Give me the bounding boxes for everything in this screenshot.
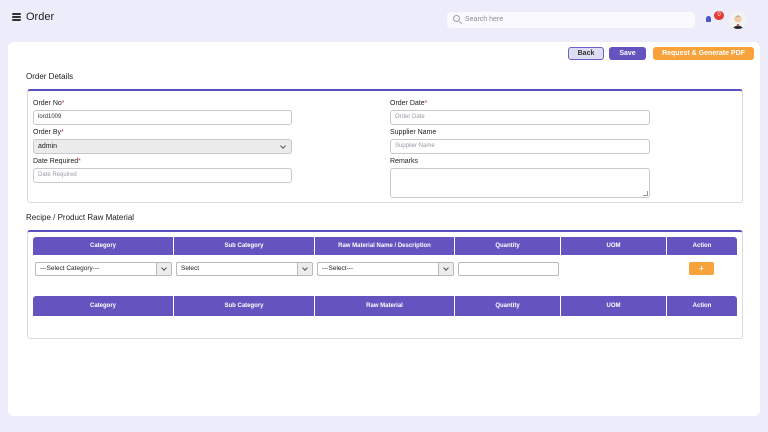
order-by-label: Order By*: [33, 129, 64, 136]
column-header: Sub Category: [174, 296, 315, 316]
column-header: UOM: [561, 237, 667, 255]
order-no-field[interactable]: lord1009: [33, 110, 292, 125]
column-header: Action: [692, 243, 712, 249]
bell-icon[interactable]: [706, 16, 711, 22]
date-required-field[interactable]: Date Required: [33, 168, 292, 183]
save-button[interactable]: Save: [609, 47, 646, 60]
order-date-label: Order Date*: [390, 100, 428, 107]
column-header: Category: [33, 296, 174, 316]
column-header: Raw Material Name / Description: [315, 237, 455, 255]
raw-material-select[interactable]: ---Select---: [317, 262, 454, 276]
search-placeholder: Search here: [465, 15, 504, 23]
column-header: Action: [692, 303, 712, 309]
column-header: Quantity: [455, 237, 561, 255]
order-by-select[interactable]: admin: [33, 139, 292, 154]
material-list-header: Category Sub Category Raw Material Quant…: [33, 296, 737, 316]
order-date-field[interactable]: Order Date: [390, 110, 650, 125]
column-header: Sub Category: [174, 237, 315, 255]
raw-material-panel: Category Sub Category Raw Material Name …: [27, 230, 743, 339]
order-details-title: Order Details: [26, 72, 74, 81]
page-title: Order: [26, 11, 55, 23]
remarks-label: Remarks: [390, 158, 419, 165]
column-header: Quantity: [455, 296, 561, 316]
supplier-name-field[interactable]: Supplier Name: [390, 139, 650, 154]
order-no-label: Order No*: [33, 100, 65, 107]
back-button[interactable]: Back: [568, 47, 604, 60]
category-select[interactable]: ---Select Category---: [35, 262, 172, 276]
notification-badge: 0: [714, 11, 724, 20]
date-required-label: Date Required*: [33, 158, 81, 165]
chevron-down-icon: [438, 263, 453, 275]
chevron-down-icon: [156, 263, 171, 275]
hamburger-menu-icon[interactable]: [12, 13, 21, 21]
chevron-down-icon: [297, 263, 312, 275]
order-details-panel: Order No* lord1009 Order By* admin Date …: [27, 89, 743, 203]
column-header: UOM: [561, 296, 667, 316]
quantity-input[interactable]: [458, 262, 559, 276]
remarks-textarea[interactable]: [390, 168, 650, 198]
chevron-down-icon: [280, 143, 286, 149]
supplier-name-label: Supplier Name: [390, 129, 437, 136]
raw-material-title: Recipe / Product Raw Material: [26, 213, 135, 222]
top-bar: Order Search here 0: [0, 0, 768, 38]
avatar[interactable]: [729, 11, 747, 29]
subcategory-select[interactable]: Select: [176, 262, 313, 276]
search-icon: [453, 15, 460, 22]
search-input[interactable]: Search here: [447, 12, 695, 28]
column-header: Raw Material: [315, 296, 455, 316]
entry-table-header: Category Sub Category Raw Material Name …: [33, 237, 737, 255]
generate-pdf-button[interactable]: Request & Generate PDF: [653, 47, 754, 60]
column-header: Category: [33, 237, 174, 255]
main-card: Back Save Request & Generate PDF Order D…: [8, 42, 760, 416]
resize-handle-icon[interactable]: [643, 191, 648, 196]
add-row-button[interactable]: +: [689, 262, 714, 275]
